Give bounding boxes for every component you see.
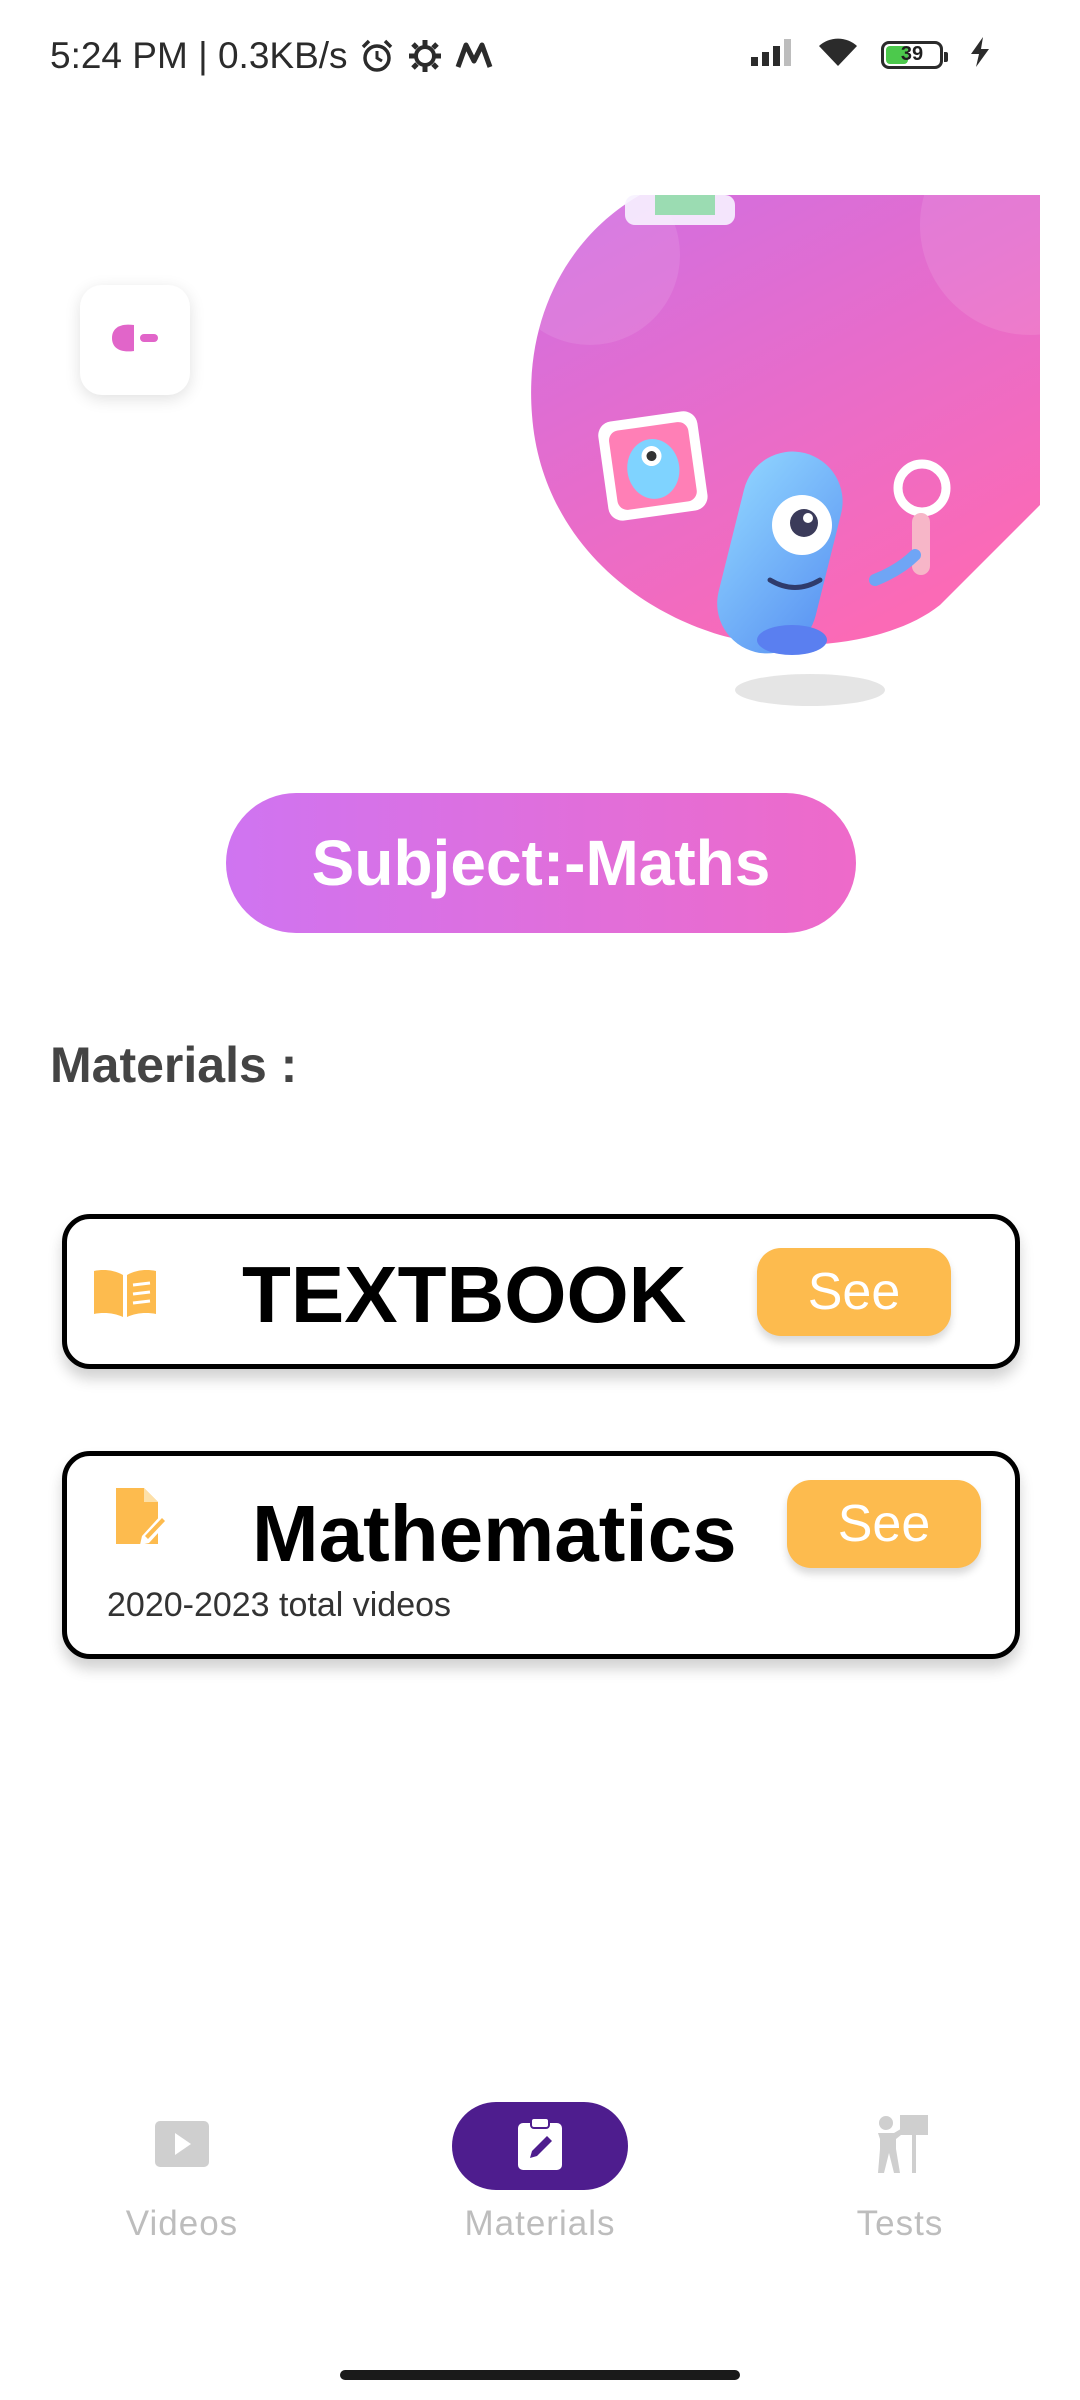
card-title: TEXTBOOK [242,1250,687,1339]
status-right: 39 [749,35,995,74]
signal-icon [749,37,795,72]
back-arrow-icon [108,321,162,360]
material-card-textbook[interactable]: TEXTBOOK See [62,1214,1020,1369]
materials-heading: Materials : [50,1037,298,1093]
nav-icon-container [812,2102,988,2190]
alarm-icon [358,37,396,75]
clipboard-edit-icon [514,2116,566,2177]
material-card-mathematics[interactable]: Mathematics See 2020-2023 total videos [62,1451,1020,1659]
nav-label: Videos [125,2204,239,2243]
hero-illustration [500,115,1080,735]
nav-icon-container [94,2102,270,2190]
nav-item-materials[interactable]: Materials [390,2080,690,2280]
status-bar: 5:24 PM | 0.3KB/s 39 [0,0,1080,115]
materials-screen: 5:24 PM | 0.3KB/s 39 Subject:-Maths Mate… [0,0,1080,2400]
presenter-icon [870,2113,930,2180]
play-icon [153,2119,211,2174]
settings-icon [406,37,444,75]
card-subtitle: 2020-2023 total videos [107,1586,452,1624]
battery-level: 39 [900,43,924,65]
home-indicator[interactable] [340,2370,740,2380]
subject-pill: Subject:-Maths [226,793,856,933]
back-button[interactable] [80,285,190,395]
status-left: 5:24 PM | 0.3KB/s [50,35,494,77]
card-title: Mathematics [252,1489,737,1578]
document-edit-icon [112,1486,170,1553]
battery-icon: 39 [881,40,948,69]
nav-label: Tests [856,2204,944,2243]
see-button[interactable]: See [757,1248,951,1336]
book-icon [92,1267,158,1324]
see-button[interactable]: See [787,1480,981,1568]
status-time: 5:24 PM [50,35,188,76]
nav-item-tests[interactable]: Tests [750,2080,1050,2280]
nav-icon-container-active [452,2102,628,2190]
nav-label: Materials [464,2204,616,2243]
status-separator: | [187,35,218,76]
status-speed: 0.3KB/s [217,35,348,76]
charging-icon [965,35,995,74]
bottom-navigation: Videos Materials Tests [0,2080,1080,2290]
m-app-icon [454,41,494,71]
wifi-icon [817,36,859,73]
nav-item-videos[interactable]: Videos [32,2080,332,2280]
